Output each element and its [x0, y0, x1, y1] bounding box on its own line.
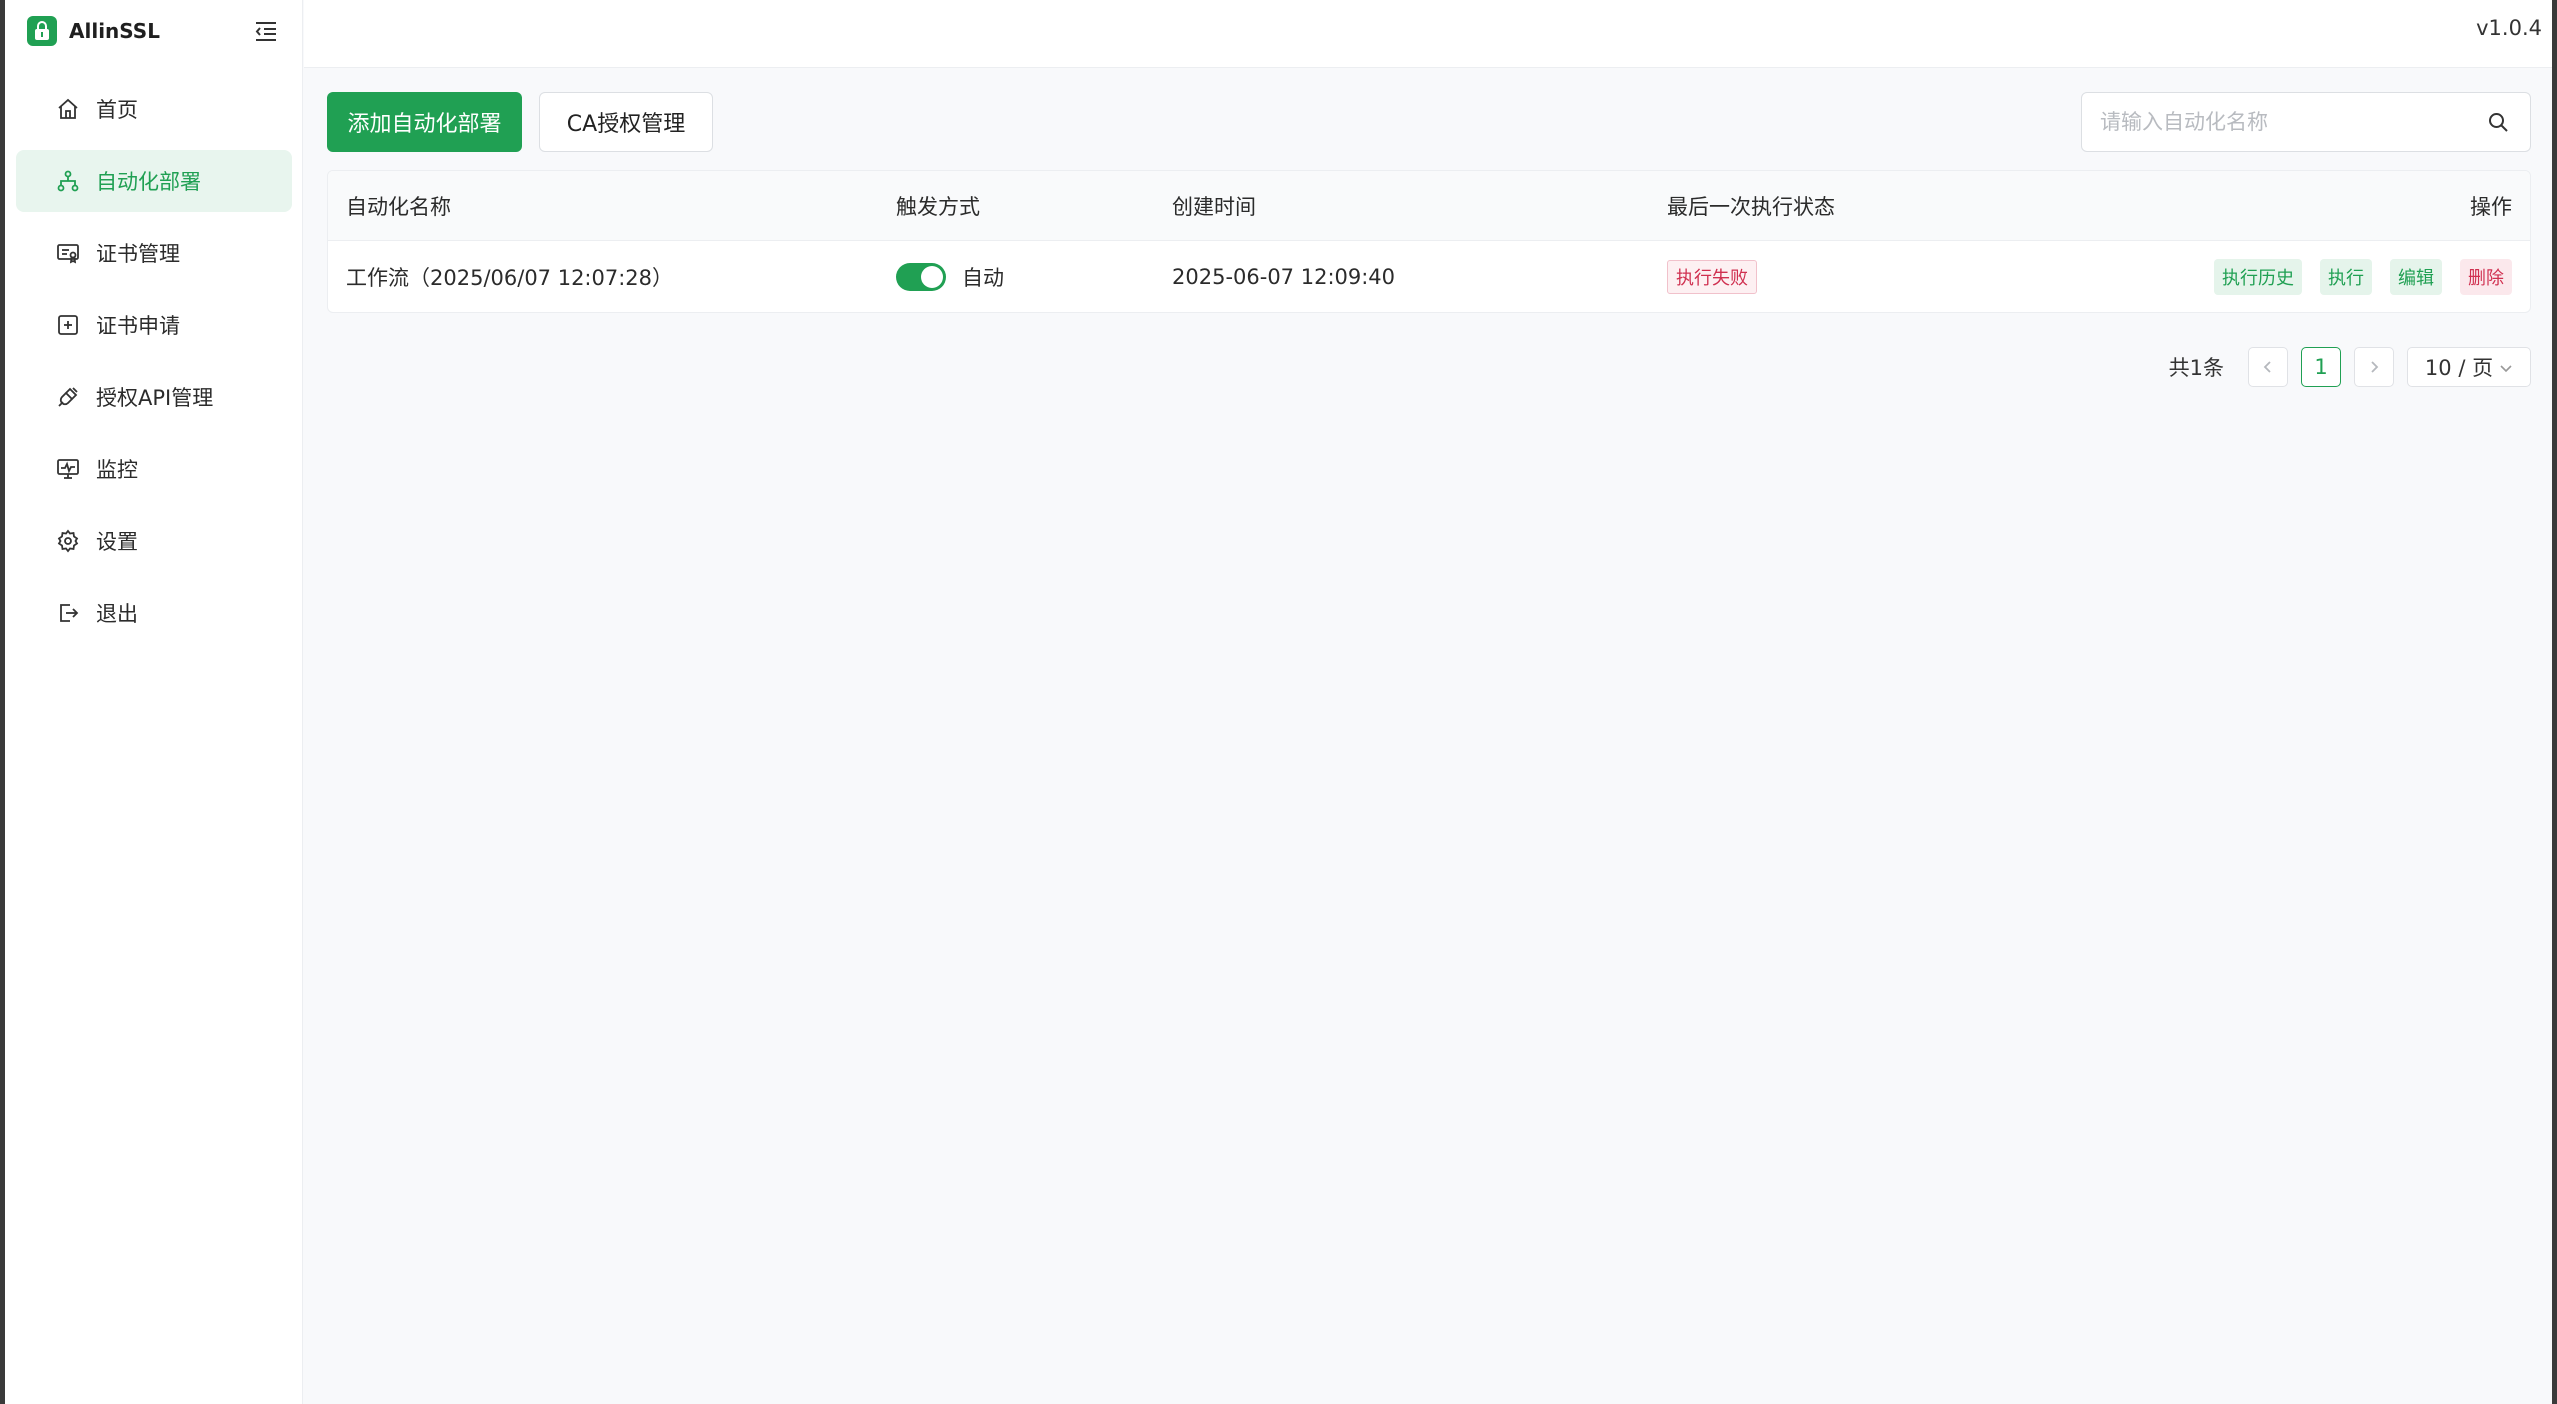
sidebar-item-label: 首页 — [96, 98, 138, 122]
actions-cell: 执行历史 执行 编辑 删除 — [2196, 241, 2512, 312]
chevron-right-icon — [2371, 361, 2379, 373]
window-right-edge — [2552, 0, 2557, 1404]
sidebar-item-label: 设置 — [96, 530, 138, 554]
search-icon[interactable] — [2486, 110, 2512, 136]
sidebar: AllinSSL 首页 自动化部署 证书管理 证书申请 授权API管理 监控 设… — [5, 0, 303, 1404]
brand[interactable]: AllinSSL — [27, 15, 160, 47]
status-badge: 执行失败 — [1667, 260, 1757, 294]
sidebar-item-api[interactable]: 授权API管理 — [16, 366, 292, 428]
search-input[interactable] — [2100, 93, 2480, 151]
page-size-select[interactable]: 10 / 页 — [2407, 347, 2531, 387]
brand-logo-icon — [27, 16, 57, 46]
table-row: 工作流（2025/06/07 12:07:28） 自动 2025-06-07 1… — [328, 241, 2530, 312]
page-number-button[interactable]: 1 — [2301, 347, 2341, 387]
logout-icon — [54, 599, 82, 627]
execute-button[interactable]: 执行 — [2320, 259, 2372, 295]
gear-icon — [54, 527, 82, 555]
column-header-actions: 操作 — [2470, 194, 2512, 219]
column-header-trigger: 触发方式 — [896, 194, 980, 219]
sidebar-item-apply[interactable]: 证书申请 — [16, 294, 292, 356]
version-label: v1.0.4 — [2476, 16, 2542, 40]
sidebar-nav: 首页 自动化部署 证书管理 证书申请 授权API管理 监控 设置 退出 — [16, 78, 292, 654]
add-automation-button[interactable]: 添加自动化部署 — [327, 92, 522, 152]
ca-management-button[interactable]: CA授权管理 — [539, 92, 713, 152]
column-header-status: 最后一次执行状态 — [1667, 194, 1835, 219]
home-icon — [54, 95, 82, 123]
total-count: 共1条 — [2168, 356, 2224, 380]
monitor-icon — [54, 455, 82, 483]
collapse-menu-icon[interactable] — [252, 17, 280, 45]
table-header: 自动化名称 触发方式 创建时间 最后一次执行状态 操作 — [328, 171, 2530, 241]
edit-button[interactable]: 编辑 — [2390, 259, 2442, 295]
plus-square-icon — [54, 311, 82, 339]
row-created: 2025-06-07 12:09:40 — [1172, 265, 1396, 289]
delete-button[interactable]: 删除 — [2460, 259, 2512, 295]
trigger-toggle[interactable] — [896, 263, 946, 291]
sidebar-item-settings[interactable]: 设置 — [16, 510, 292, 572]
status-cell: 执行失败 — [1667, 241, 1757, 312]
sidebar-item-label: 自动化部署 — [96, 170, 201, 194]
sidebar-item-logout[interactable]: 退出 — [16, 582, 292, 644]
trigger-label: 自动 — [962, 266, 1004, 290]
workflow-icon — [54, 167, 82, 195]
column-header-name: 自动化名称 — [346, 194, 451, 219]
chevron-left-icon — [2263, 361, 2271, 373]
api-plug-icon — [54, 383, 82, 411]
next-page-button[interactable] — [2354, 347, 2394, 387]
pagination: 共1条 1 10 / 页 — [2169, 346, 2531, 388]
search-box — [2081, 92, 2531, 152]
sidebar-item-certificates[interactable]: 证书管理 — [16, 222, 292, 284]
top-bar: v1.0.4 — [304, 0, 2552, 68]
chevron-down-icon — [2499, 355, 2513, 379]
sidebar-item-automation[interactable]: 自动化部署 — [16, 150, 292, 212]
sidebar-item-label: 证书申请 — [96, 314, 180, 338]
trigger-cell: 自动 — [896, 241, 1004, 312]
history-button[interactable]: 执行历史 — [2214, 259, 2302, 295]
sidebar-item-label: 退出 — [96, 602, 138, 626]
page-size-label: 10 / 页 — [2424, 356, 2494, 380]
prev-page-button[interactable] — [2248, 347, 2288, 387]
sidebar-item-label: 证书管理 — [96, 242, 180, 266]
brand-name: AllinSSL — [69, 19, 160, 43]
column-header-created: 创建时间 — [1172, 194, 1256, 219]
sidebar-item-label: 监控 — [96, 458, 138, 482]
certificate-icon — [54, 239, 82, 267]
sidebar-item-label: 授权API管理 — [96, 386, 214, 410]
sidebar-item-monitor[interactable]: 监控 — [16, 438, 292, 500]
row-name: 工作流（2025/06/07 12:07:28） — [346, 266, 674, 290]
automation-table: 自动化名称 触发方式 创建时间 最后一次执行状态 操作 工作流（2025/06/… — [327, 170, 2531, 313]
sidebar-item-home[interactable]: 首页 — [16, 78, 292, 140]
